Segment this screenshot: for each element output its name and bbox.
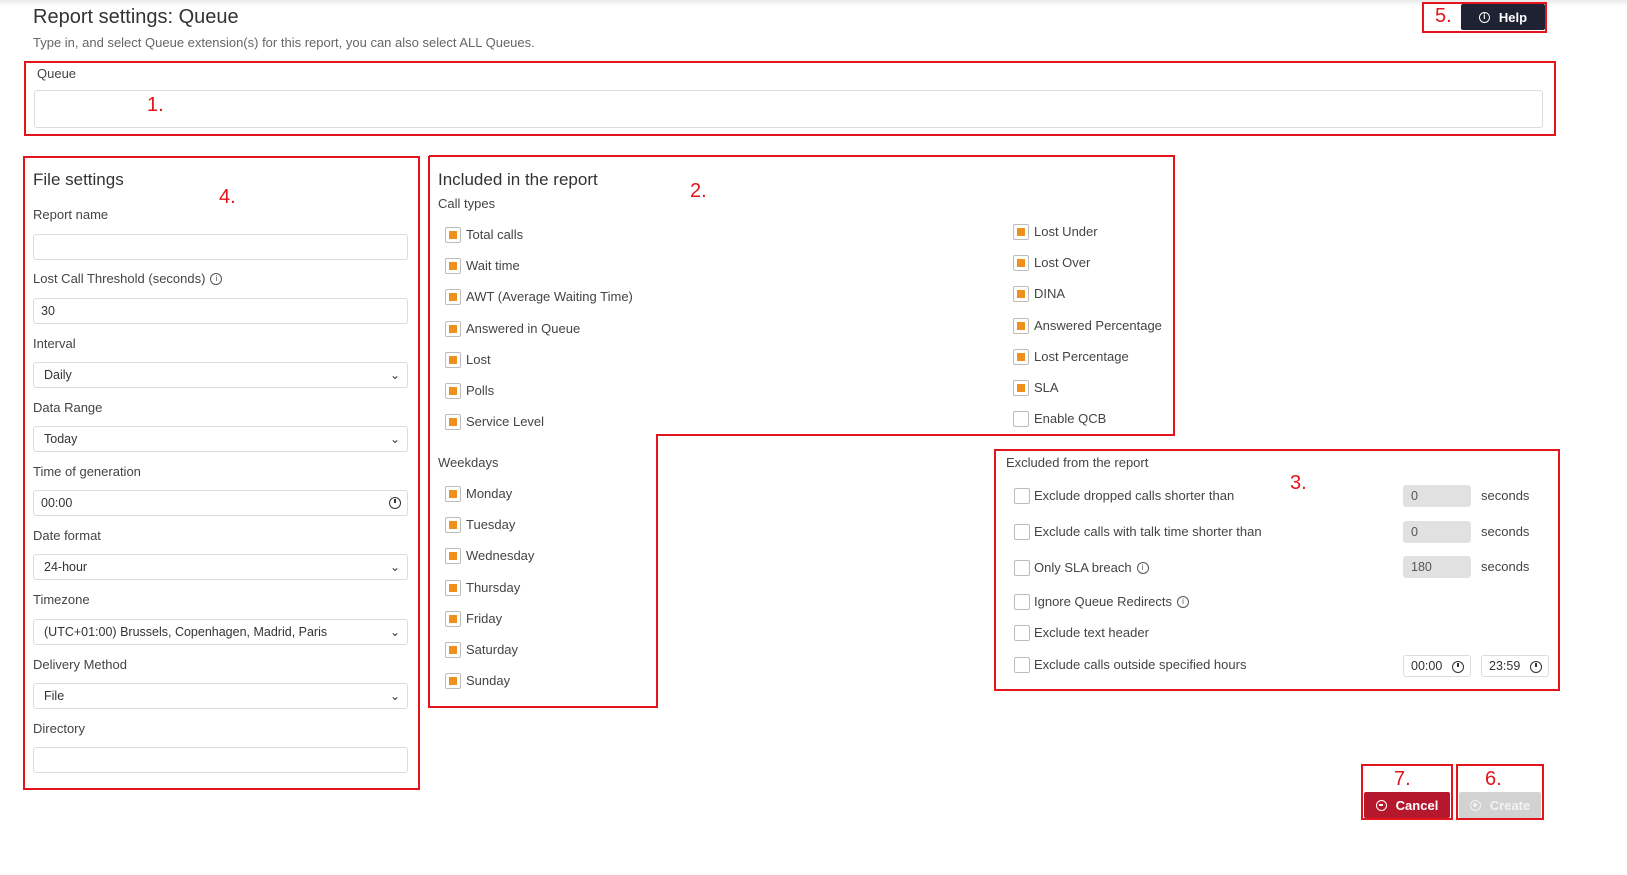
sla-breach-label-text: Only SLA breach <box>1034 560 1132 575</box>
weekday-checkbox[interactable] <box>445 486 461 502</box>
call-type-checkbox[interactable] <box>445 414 461 430</box>
call-type-checkbox[interactable] <box>445 289 461 305</box>
call-type-label: Enable QCB <box>1034 411 1107 426</box>
weekday-checkbox[interactable] <box>445 580 461 596</box>
info-icon: i <box>1177 596 1190 608</box>
weekday-checkbox[interactable] <box>445 673 461 689</box>
annotation-3: 3. <box>1290 472 1307 494</box>
annotation-box-2 <box>428 155 1175 708</box>
weekday-label: Saturday <box>466 642 519 657</box>
sla-breach-checkbox[interactable] <box>1014 560 1030 576</box>
call-type-label: DINA <box>1034 286 1066 301</box>
exclude-talk-checkbox[interactable] <box>1014 524 1030 540</box>
weekday-label: Wednesday <box>466 548 535 563</box>
call-type-checkbox[interactable] <box>1013 380 1029 396</box>
call-type-checkbox[interactable] <box>445 227 461 243</box>
annotation-7: 7. <box>1394 768 1411 790</box>
call-type-label: Lost Percentage <box>1034 349 1129 364</box>
weekday-label: Friday <box>466 611 503 626</box>
sla-breach-label: Only SLA breach i <box>1034 560 1149 576</box>
to-time-input[interactable]: 23:59 <box>1481 655 1549 677</box>
call-type-label: Polls <box>466 383 495 398</box>
info-icon: i <box>1136 562 1149 574</box>
exclude-talk-input[interactable]: 0 <box>1403 521 1471 543</box>
call-type-checkbox[interactable] <box>1013 286 1029 302</box>
call-type-label: Total calls <box>466 227 524 242</box>
call-type-checkbox[interactable] <box>445 383 461 399</box>
call-type-checkbox[interactable] <box>445 321 461 337</box>
exclude-text-header-checkbox[interactable] <box>1014 625 1030 641</box>
from-time-value: 00:00 <box>1411 659 1443 673</box>
call-type-label: Lost <box>466 352 491 367</box>
call-type-checkbox[interactable] <box>1013 255 1029 271</box>
call-type-checkbox[interactable] <box>445 352 461 368</box>
annotation-6: 6. <box>1485 768 1502 790</box>
exclude-outside-hours-label: Exclude calls outside specified hours <box>1034 657 1247 672</box>
from-time-input[interactable]: 00:00 <box>1403 655 1471 677</box>
call-type-checkbox[interactable] <box>1013 411 1029 427</box>
included-title: Included in the report <box>438 170 598 189</box>
call-type-label: Wait time <box>466 258 520 273</box>
weekday-label: Sunday <box>466 673 511 688</box>
call-type-checkbox[interactable] <box>445 258 461 274</box>
to-time-value: 23:59 <box>1489 659 1521 673</box>
weekday-label: Monday <box>466 486 513 501</box>
sla-breach-unit: seconds <box>1481 559 1530 574</box>
exclude-text-header-label: Exclude text header <box>1034 625 1149 640</box>
call-type-label: Answered Percentage <box>1034 318 1162 333</box>
exclude-dropped-label: Exclude dropped calls shorter than <box>1034 488 1235 503</box>
exclude-dropped-checkbox[interactable] <box>1014 488 1030 504</box>
ignore-redirects-label-text: Ignore Queue Redirects <box>1034 594 1173 609</box>
weekday-checkbox[interactable] <box>445 642 461 658</box>
call-type-label: Lost Under <box>1034 224 1098 239</box>
call-type-label: Service Level <box>466 414 545 429</box>
annotation-2: 2. <box>690 180 707 202</box>
weekday-checkbox[interactable] <box>445 611 461 627</box>
weekday-checkbox[interactable] <box>445 517 461 533</box>
excluded-title: Excluded from the report <box>1006 455 1149 470</box>
weekday-label: Tuesday <box>466 517 516 532</box>
clock-icon[interactable] <box>1452 661 1464 673</box>
call-type-checkbox[interactable] <box>1013 349 1029 365</box>
exclude-outside-hours-checkbox[interactable] <box>1014 657 1030 673</box>
weekdays-label: Weekdays <box>438 455 499 470</box>
exclude-dropped-unit: seconds <box>1481 488 1530 503</box>
call-type-label: SLA <box>1034 380 1059 395</box>
exclude-talk-unit: seconds <box>1481 524 1530 539</box>
exclude-talk-label: Exclude calls with talk time shorter tha… <box>1034 524 1262 539</box>
ignore-redirects-checkbox[interactable] <box>1014 594 1030 610</box>
sla-breach-input[interactable]: 180 <box>1403 556 1471 578</box>
ignore-redirects-label: Ignore Queue Redirects i <box>1034 594 1190 610</box>
call-type-label: AWT (Average Waiting Time) <box>466 289 633 304</box>
weekday-label: Thursday <box>466 580 521 595</box>
call-type-label: Lost Over <box>1034 255 1091 270</box>
exclude-dropped-input[interactable]: 0 <box>1403 485 1471 507</box>
call-type-label: Answered in Queue <box>466 321 581 336</box>
call-type-checkbox[interactable] <box>1013 318 1029 334</box>
call-type-checkbox[interactable] <box>1013 224 1029 240</box>
clock-icon[interactable] <box>1530 661 1542 673</box>
call-types-label: Call types <box>438 196 496 211</box>
weekday-checkbox[interactable] <box>445 548 461 564</box>
